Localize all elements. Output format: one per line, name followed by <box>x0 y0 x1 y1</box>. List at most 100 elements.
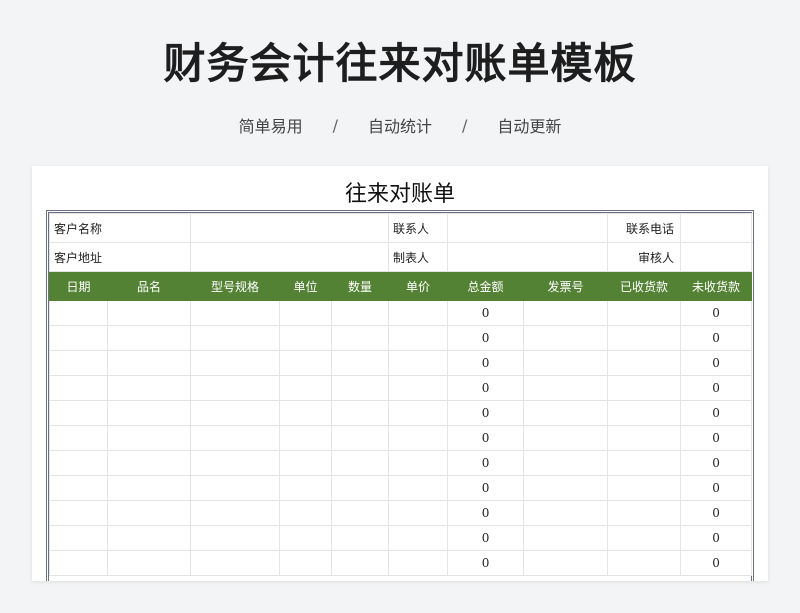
customer-name-value[interactable] <box>190 213 390 243</box>
cell-total-amount[interactable]: 0 <box>447 500 525 526</box>
cell-unpaid-payment[interactable]: 0 <box>680 500 753 526</box>
cell-unpaid-payment[interactable]: 0 <box>680 550 753 576</box>
cell-date[interactable] <box>49 500 108 526</box>
cell-product-name[interactable] <box>106 525 192 551</box>
cell-unit[interactable] <box>279 500 333 526</box>
cell-product-name[interactable] <box>106 325 192 351</box>
cell-received-payment[interactable] <box>607 475 682 501</box>
cell-product-name[interactable] <box>106 425 192 451</box>
cell-date[interactable] <box>49 525 108 551</box>
cell-date[interactable] <box>49 475 108 501</box>
cell-unpaid-payment[interactable]: 0 <box>680 400 753 426</box>
cell-invoice-number[interactable] <box>523 450 609 476</box>
cell-quantity[interactable] <box>331 300 390 326</box>
cell-unit-price[interactable] <box>388 300 449 326</box>
cell-received-payment[interactable] <box>607 375 682 401</box>
cell-model-spec[interactable] <box>190 425 281 451</box>
cell-unit-price[interactable] <box>388 325 449 351</box>
reviewer-value[interactable] <box>680 242 753 272</box>
cell-quantity[interactable] <box>331 375 390 401</box>
cell-invoice-number[interactable] <box>523 475 609 501</box>
cell-unpaid-payment[interactable]: 0 <box>680 525 753 551</box>
cell-model-spec[interactable] <box>190 400 281 426</box>
cell-date[interactable] <box>49 400 108 426</box>
cell-model-spec[interactable] <box>190 500 281 526</box>
cell-received-payment[interactable] <box>607 350 682 376</box>
cell-product-name[interactable] <box>106 400 192 426</box>
cell-unit[interactable] <box>279 425 333 451</box>
cell-model-spec[interactable] <box>190 450 281 476</box>
cell-quantity[interactable] <box>331 350 390 376</box>
cell-received-payment[interactable] <box>607 550 682 576</box>
cell-unpaid-payment[interactable]: 0 <box>680 350 753 376</box>
cell-total-amount[interactable]: 0 <box>447 325 525 351</box>
cell-unit[interactable] <box>279 375 333 401</box>
cell-invoice-number[interactable] <box>523 525 609 551</box>
cell-product-name[interactable] <box>106 375 192 401</box>
cell-quantity[interactable] <box>331 500 390 526</box>
cell-model-spec[interactable] <box>190 475 281 501</box>
cell-unit-price[interactable] <box>388 500 449 526</box>
cell-received-payment[interactable] <box>607 300 682 326</box>
cell-invoice-number[interactable] <box>523 425 609 451</box>
cell-unit-price[interactable] <box>388 350 449 376</box>
cell-model-spec[interactable] <box>190 375 281 401</box>
cell-date[interactable] <box>49 350 108 376</box>
cell-date[interactable] <box>49 450 108 476</box>
cell-unit[interactable] <box>279 550 333 576</box>
cell-received-payment[interactable] <box>607 525 682 551</box>
cell-invoice-number[interactable] <box>523 350 609 376</box>
cell-unit-price[interactable] <box>388 450 449 476</box>
cell-model-spec[interactable] <box>190 300 281 326</box>
cell-total-amount[interactable]: 0 <box>447 300 525 326</box>
cell-total-amount[interactable]: 0 <box>447 550 525 576</box>
cell-received-payment[interactable] <box>607 400 682 426</box>
cell-quantity[interactable] <box>331 550 390 576</box>
cell-unpaid-payment[interactable]: 0 <box>680 375 753 401</box>
cell-quantity[interactable] <box>331 475 390 501</box>
cell-product-name[interactable] <box>106 475 192 501</box>
cell-model-spec[interactable] <box>190 525 281 551</box>
cell-total-amount[interactable]: 0 <box>447 425 525 451</box>
cell-unit-price[interactable] <box>388 475 449 501</box>
cell-unpaid-payment[interactable]: 0 <box>680 450 753 476</box>
cell-quantity[interactable] <box>331 425 390 451</box>
cell-total-amount[interactable]: 0 <box>447 350 525 376</box>
cell-invoice-number[interactable] <box>523 375 609 401</box>
cell-total-amount[interactable]: 0 <box>447 525 525 551</box>
cell-invoice-number[interactable] <box>523 325 609 351</box>
cell-unit[interactable] <box>279 475 333 501</box>
cell-total-amount[interactable]: 0 <box>447 475 525 501</box>
cell-product-name[interactable] <box>106 350 192 376</box>
cell-date[interactable] <box>49 300 108 326</box>
cell-date[interactable] <box>49 425 108 451</box>
cell-total-amount[interactable]: 0 <box>447 450 525 476</box>
cell-quantity[interactable] <box>331 400 390 426</box>
cell-model-spec[interactable] <box>190 350 281 376</box>
cell-model-spec[interactable] <box>190 325 281 351</box>
cell-unpaid-payment[interactable]: 0 <box>680 300 753 326</box>
cell-date[interactable] <box>49 550 108 576</box>
cell-unit-price[interactable] <box>388 375 449 401</box>
cell-total-amount[interactable]: 0 <box>447 400 525 426</box>
cell-invoice-number[interactable] <box>523 300 609 326</box>
cell-received-payment[interactable] <box>607 500 682 526</box>
cell-product-name[interactable] <box>106 450 192 476</box>
cell-product-name[interactable] <box>106 550 192 576</box>
cell-quantity[interactable] <box>331 450 390 476</box>
cell-unit-price[interactable] <box>388 550 449 576</box>
cell-product-name[interactable] <box>106 300 192 326</box>
cell-invoice-number[interactable] <box>523 400 609 426</box>
cell-date[interactable] <box>49 375 108 401</box>
cell-unit[interactable] <box>279 450 333 476</box>
cell-received-payment[interactable] <box>607 325 682 351</box>
cell-unit[interactable] <box>279 325 333 351</box>
cell-quantity[interactable] <box>331 325 390 351</box>
cell-unit-price[interactable] <box>388 425 449 451</box>
preparer-value[interactable] <box>447 242 609 272</box>
cell-unit[interactable] <box>279 400 333 426</box>
cell-received-payment[interactable] <box>607 450 682 476</box>
cell-received-payment[interactable] <box>607 425 682 451</box>
cell-product-name[interactable] <box>106 500 192 526</box>
customer-address-value[interactable] <box>190 242 390 272</box>
